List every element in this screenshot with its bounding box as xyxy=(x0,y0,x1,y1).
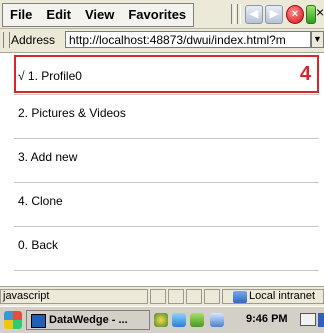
taskbar: DataWedge - ... 9:46 PM xyxy=(0,306,324,333)
toolbar-separator xyxy=(231,4,235,24)
status-pane xyxy=(150,289,166,304)
status-pane xyxy=(186,289,202,304)
menu-item-label: 4. Clone xyxy=(18,194,63,208)
status-pane xyxy=(168,289,184,304)
sync-icon[interactable] xyxy=(172,313,186,327)
divider xyxy=(14,270,319,271)
back-arrow-icon: ◀ xyxy=(249,8,259,20)
address-label: Address xyxy=(11,33,56,47)
taskbar-app-label: DataWedge - ... xyxy=(49,314,128,326)
forward-button[interactable]: ▶ xyxy=(265,5,283,24)
status-pane xyxy=(204,289,220,304)
menu-item-clone[interactable]: 4. Clone xyxy=(0,183,324,219)
intranet-zone-icon xyxy=(233,291,247,303)
stop-icon: × xyxy=(291,8,299,20)
forward-arrow-icon: ▶ xyxy=(269,8,279,20)
menu-item-pictures-videos[interactable]: 2. Pictures & Videos xyxy=(0,95,324,131)
selection-number-badge: 4 xyxy=(299,63,311,85)
menu-item-label: √ 1. Profile0 xyxy=(18,69,82,83)
page-content: √ 1. Profile0 4 2. Pictures & Videos 3. … xyxy=(0,53,324,284)
tray-overflow-icon[interactable] xyxy=(318,313,324,327)
address-dropdown-button[interactable]: ▼ xyxy=(311,31,324,48)
battery-icon[interactable] xyxy=(190,313,204,327)
close-icon[interactable]: × xyxy=(316,4,324,20)
keyboard-icon[interactable] xyxy=(300,313,316,326)
menu-view[interactable]: View xyxy=(78,4,121,26)
stop-button[interactable]: × xyxy=(286,5,304,24)
menu-edit[interactable]: Edit xyxy=(39,4,78,26)
refresh-button[interactable] xyxy=(306,5,316,24)
menu-item-label: 2. Pictures & Videos xyxy=(18,106,126,120)
back-button[interactable]: ◀ xyxy=(245,5,263,24)
connectivity-icon[interactable] xyxy=(210,313,224,327)
menu-item-label: 0. Back xyxy=(18,238,59,252)
menu-list: File Edit View Favorites xyxy=(2,3,195,27)
menu-item-label: 3. Add new xyxy=(18,150,78,164)
start-menu-icon[interactable] xyxy=(4,311,22,329)
app-window-icon xyxy=(31,314,46,328)
status-text: javascript xyxy=(0,289,148,304)
menu-favorites[interactable]: Favorites xyxy=(121,4,193,26)
status-bar: javascript Local intranet xyxy=(0,286,324,307)
menu-item-back[interactable]: 0. Back xyxy=(0,227,324,263)
menu-item-profile0[interactable]: √ 1. Profile0 4 xyxy=(14,55,319,93)
address-input[interactable]: http://localhost:48873/dwui/index.html?m xyxy=(65,31,311,48)
menu-bar: File Edit View Favorites ◀ ▶ × × xyxy=(0,0,324,29)
taskbar-app-button[interactable]: DataWedge - ... xyxy=(26,310,150,330)
menu-file[interactable]: File xyxy=(3,4,39,26)
toolbar-grip[interactable] xyxy=(3,32,10,48)
menu-item-add-new[interactable]: 3. Add new xyxy=(0,139,324,175)
network-icon[interactable] xyxy=(154,313,168,327)
toolbar-separator xyxy=(237,4,241,24)
clock[interactable]: 9:46 PM xyxy=(246,313,288,325)
address-bar: Address http://localhost:48873/dwui/inde… xyxy=(0,29,324,53)
